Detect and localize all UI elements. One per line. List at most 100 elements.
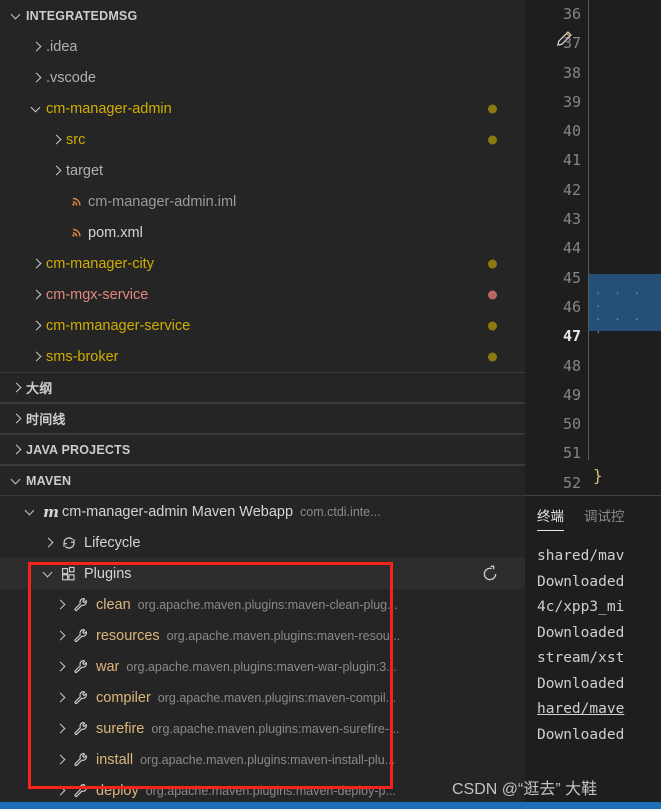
line-number: 39	[562, 92, 581, 111]
chevron-down-icon[interactable]	[22, 504, 40, 520]
line-number: 50	[562, 415, 581, 434]
code-area[interactable]: 36 37 38 39 40 41 42 43 44 45 46 47 48 49 50 51 52 . . .…	[525, 0, 661, 495]
wrench-icon	[70, 628, 92, 644]
wrench-icon	[70, 783, 92, 799]
sidebar-panel-sections: 大纲 时间线 JAVA PROJECTS MAVEN	[0, 372, 525, 496]
chevron-right-icon[interactable]	[8, 380, 26, 396]
status-bar[interactable]	[0, 802, 661, 809]
explorer-item-label: cm-mmanager-service	[46, 317, 191, 334]
line-number: 44	[562, 239, 581, 258]
panel-header-cjk-1[interactable]: 时间线	[0, 403, 525, 434]
maven-plugin-name: compiler	[96, 689, 151, 706]
extensions-grid-icon	[58, 566, 80, 582]
maven-plugin-surefire[interactable]: surefire org.apache.maven.plugins:maven-s…	[0, 713, 525, 744]
chevron-right-icon[interactable]	[28, 318, 46, 334]
chevron-right-icon[interactable]	[8, 442, 26, 458]
explorer-item-label: cm-mgx-service	[46, 286, 149, 303]
explorer-item-cm-mgx-service[interactable]: cm-mgx-service	[0, 279, 525, 310]
refresh-icon[interactable]	[481, 565, 499, 583]
chevron-right-icon[interactable]	[52, 597, 70, 613]
explorer-item-src[interactable]: src	[0, 124, 525, 155]
explorer-root-row[interactable]: INTEGRATEDMSG	[0, 0, 525, 31]
maven-plugin-name: war	[96, 658, 120, 675]
chevron-right-icon[interactable]	[28, 287, 46, 303]
maven-project-label: cm-manager-admin Maven Webapp	[62, 503, 294, 520]
explorer-item-cm-mmanager-service[interactable]: cm-mmanager-service	[0, 310, 525, 341]
maven-plugin-war[interactable]: war org.apache.maven.plugins:maven-war-pl…	[0, 651, 525, 682]
explorer-item-sms-broker[interactable]: sms-broker	[0, 341, 525, 372]
explorer-item-label: .vscode	[46, 69, 96, 86]
modified-status-dot	[488, 352, 497, 361]
line-number: 48	[562, 356, 581, 375]
explorer-item--idea[interactable]: .idea	[0, 31, 525, 62]
panel-header-cjk-0[interactable]: 大纲	[0, 372, 525, 403]
panel-tab-0[interactable]: 终端	[537, 505, 564, 534]
maven-plugin-compiler[interactable]: compiler org.apache.maven.plugins:maven-c…	[0, 682, 525, 713]
terminal-line: Downloaded	[537, 573, 625, 590]
wrench-icon	[70, 690, 92, 706]
chevron-right-icon[interactable]	[52, 690, 70, 706]
maven-plugin-install[interactable]: install org.apache.maven.plugins:maven-in…	[0, 744, 525, 775]
selection-highlight: . . . . . . . .	[589, 274, 661, 336]
edit-pencil-icon[interactable]	[555, 30, 573, 48]
maven-plugin-resources[interactable]: resources org.apache.maven.plugins:maven-…	[0, 620, 525, 651]
maven-tree: m cm-manager-admin Maven Webapp com.ctdi.i…	[0, 496, 525, 806]
explorer-item-target[interactable]: target	[0, 155, 525, 186]
chevron-down-icon[interactable]	[8, 473, 26, 489]
line-number: 38	[562, 63, 581, 82]
selection-dots-1: . . . .	[595, 284, 644, 310]
chevron-right-icon[interactable]	[28, 70, 46, 86]
explorer-item-label: sms-broker	[46, 348, 119, 365]
maven-lifecycle-label: Lifecycle	[84, 534, 141, 551]
modified-status-dot	[488, 259, 497, 268]
chevron-right-icon[interactable]	[40, 535, 58, 551]
closing-brace-token: }	[593, 466, 603, 485]
chevron-right-icon[interactable]	[28, 349, 46, 365]
chevron-down-icon[interactable]	[8, 8, 26, 24]
maven-plugin-clean[interactable]: clean org.apache.maven.plugins:maven-clea…	[0, 589, 525, 620]
maven-lifecycle-row[interactable]: Lifecycle	[0, 527, 525, 558]
maven-plugins-row[interactable]: Plugins	[0, 558, 525, 589]
explorer-item-label: cm-manager-city	[46, 255, 154, 272]
chevron-down-icon[interactable]	[28, 101, 46, 117]
maven-plugin-coordinates: org.apache.maven.plugins:maven-deploy-p.…	[145, 783, 396, 798]
explorer-item-cm-manager-admin-iml[interactable]: cm-manager-admin.iml	[0, 186, 525, 217]
chevron-right-icon[interactable]	[52, 659, 70, 675]
sync-icon	[58, 535, 80, 551]
chevron-right-icon[interactable]	[52, 752, 70, 768]
terminal-line: Downloaded	[537, 624, 625, 641]
explorer-item-cm-manager-city[interactable]: cm-manager-city	[0, 248, 525, 279]
terminal-output[interactable]: shared/mav Downloaded 4c/xpp3_mi Downloaded…	[525, 534, 661, 748]
explorer-item-label: target	[66, 162, 104, 179]
chevron-right-icon[interactable]	[28, 256, 46, 272]
xml-file-icon	[66, 226, 88, 239]
modified-status-dot	[488, 104, 497, 113]
chevron-right-icon[interactable]	[52, 783, 70, 799]
explorer-item-cm-manager-admin[interactable]: cm-manager-admin	[0, 93, 525, 124]
maven-plugin-name: resources	[96, 627, 160, 644]
line-number: 49	[562, 385, 581, 404]
modified-status-dot	[488, 321, 497, 330]
chevron-right-icon[interactable]	[28, 39, 46, 55]
line-number: 40	[562, 122, 581, 141]
chevron-down-icon[interactable]	[40, 566, 58, 582]
chevron-right-icon[interactable]	[8, 411, 26, 427]
chevron-right-icon[interactable]	[52, 721, 70, 737]
terminal-line: Downloaded	[537, 726, 625, 743]
explorer-item-label: pom.xml	[88, 224, 143, 241]
xml-file-icon	[66, 195, 88, 208]
panel-tab-1[interactable]: 调试控	[584, 505, 625, 534]
maven-project-row[interactable]: m cm-manager-admin Maven Webapp com.ctdi.i…	[0, 496, 525, 527]
chevron-right-icon[interactable]	[52, 628, 70, 644]
panel-header-java-projects[interactable]: JAVA PROJECTS	[0, 434, 525, 465]
modified-status-dot	[488, 290, 497, 299]
chevron-right-icon[interactable]	[48, 163, 66, 179]
chevron-right-icon[interactable]	[48, 132, 66, 148]
explorer-item-pom-xml[interactable]: pom.xml	[0, 217, 525, 248]
panel-header-maven[interactable]: MAVEN	[0, 465, 525, 496]
explorer-item--vscode[interactable]: .vscode	[0, 62, 525, 93]
line-number: 46	[562, 297, 581, 316]
modified-status-dot	[488, 135, 497, 144]
